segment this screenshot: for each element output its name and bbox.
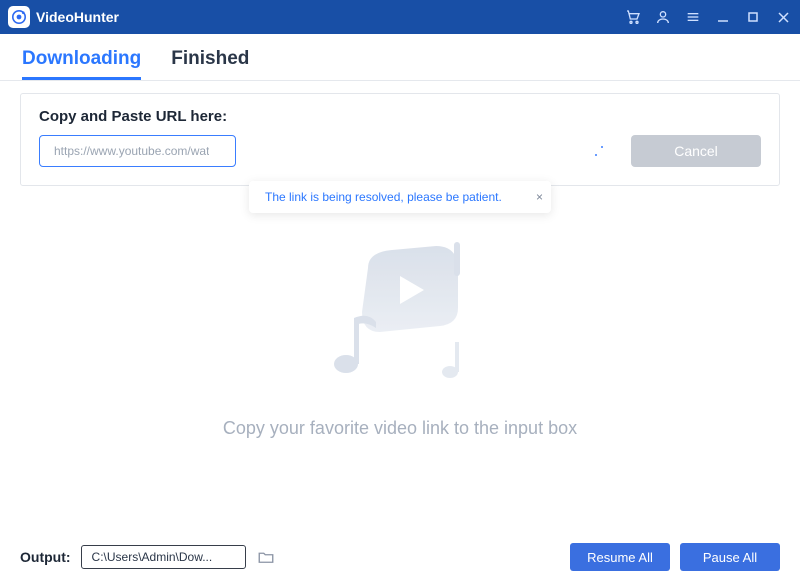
- url-input-wrap: [39, 135, 613, 167]
- cart-icon[interactable]: [624, 8, 642, 26]
- resume-all-button[interactable]: Resume All: [570, 543, 670, 571]
- toast-message: The link is being resolved, please be pa…: [265, 190, 502, 204]
- minimize-icon[interactable]: [714, 8, 732, 26]
- footer: Output: C:\Users\Admin\Dow... Resume All…: [0, 531, 800, 587]
- tabs: Downloading Finished: [0, 34, 800, 81]
- url-label: Copy and Paste URL here:: [39, 108, 761, 125]
- close-icon[interactable]: [774, 8, 792, 26]
- user-icon[interactable]: [654, 8, 672, 26]
- empty-illustration-icon: [300, 228, 500, 408]
- output-path-text: C:\Users\Admin\Dow...: [92, 550, 213, 564]
- url-input[interactable]: [39, 135, 236, 167]
- empty-state: Copy your favorite video link to the inp…: [0, 186, 800, 531]
- pause-all-button[interactable]: Pause All: [680, 543, 780, 571]
- app-title: VideoHunter: [36, 9, 119, 25]
- maximize-icon[interactable]: [744, 8, 762, 26]
- title-actions: [624, 8, 792, 26]
- app-logo-icon: [8, 6, 30, 28]
- toast-close-icon[interactable]: ×: [536, 191, 543, 203]
- loading-spinner-icon: [593, 146, 603, 156]
- cancel-button[interactable]: Cancel: [631, 135, 761, 167]
- tab-downloading[interactable]: Downloading: [22, 48, 141, 80]
- toast: The link is being resolved, please be pa…: [249, 181, 551, 213]
- logo: VideoHunter: [8, 6, 119, 28]
- output-label: Output:: [20, 549, 71, 565]
- title-bar: VideoHunter: [0, 0, 800, 34]
- menu-icon[interactable]: [684, 8, 702, 26]
- open-folder-icon[interactable]: [256, 547, 276, 567]
- tab-finished[interactable]: Finished: [171, 48, 249, 80]
- url-card: Copy and Paste URL here: Cancel: [20, 93, 780, 186]
- empty-text: Copy your favorite video link to the inp…: [223, 418, 577, 439]
- output-path-field[interactable]: C:\Users\Admin\Dow...: [81, 545, 246, 569]
